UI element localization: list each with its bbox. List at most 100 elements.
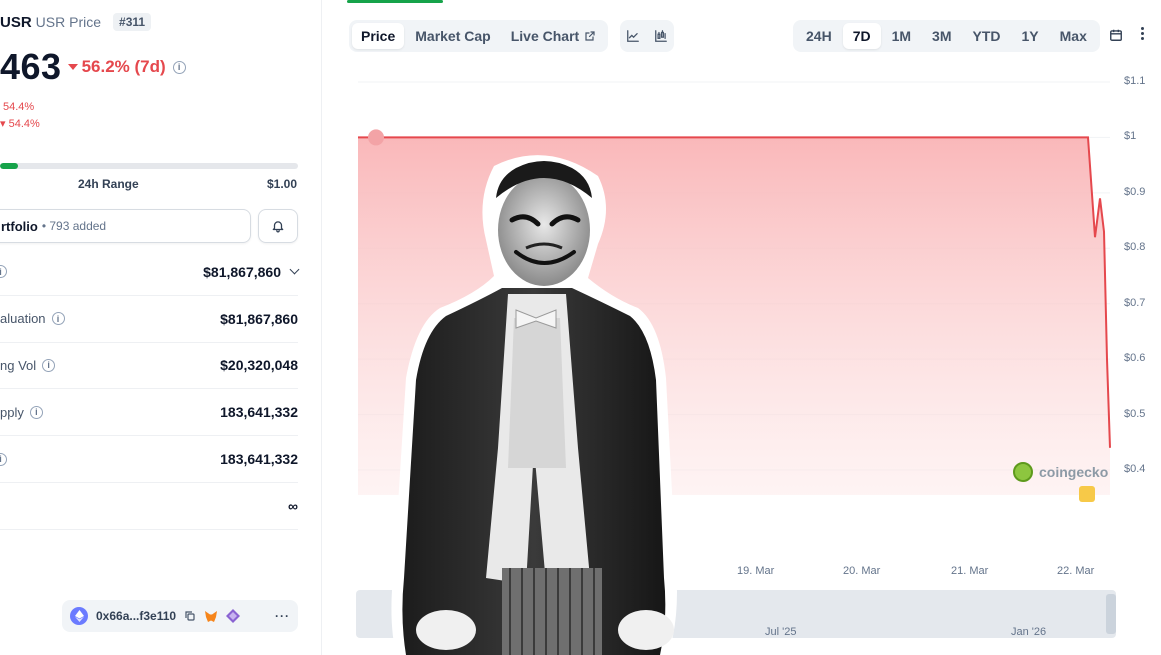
token-icon[interactable] <box>226 609 241 623</box>
navigator-label: Jan '26 <box>1011 626 1047 638</box>
watermark-text: coingecko <box>1039 464 1109 480</box>
stat-label-text: aluation <box>0 311 46 327</box>
navigator-label: Jul '25 <box>765 626 797 638</box>
tab-price-label: Price <box>361 28 396 44</box>
stat-value: $20,320,048 <box>220 357 298 373</box>
stat-value: 183,641,332 <box>220 451 298 467</box>
time-range-1m[interactable]: 1M <box>882 23 921 49</box>
info-icon[interactable]: i <box>29 405 43 419</box>
stat-value: ∞ <box>288 498 298 514</box>
stat-row: i $81,867,860 <box>0 249 300 296</box>
price-alert-button[interactable] <box>258 209 298 243</box>
time-range-3m[interactable]: 3M <box>922 23 961 49</box>
tab-price[interactable]: Price <box>352 23 405 49</box>
info-icon[interactable]: i <box>172 60 186 74</box>
stat-row: pply i 183,641,332 <box>0 389 298 437</box>
stat-row: ∞ <box>0 483 298 530</box>
info-icon[interactable]: i <box>0 265 7 279</box>
more-options-button[interactable]: ··· <box>275 609 290 623</box>
sub-change-b-value: 54.4% <box>8 118 40 130</box>
x-tick-label: 20. Mar <box>843 565 881 577</box>
time-range-7d[interactable]: 7D <box>842 23 881 49</box>
stat-value: $81,867,860 <box>220 311 298 327</box>
tab-market-cap-label: Market Cap <box>415 28 491 44</box>
stats-table: i $81,867,860 aluation i $81,867,860 ng Vol i $… <box>0 249 300 530</box>
ethereum-glyph <box>74 610 84 622</box>
x-tick-label: 21. Mar <box>951 565 989 577</box>
tab-live-chart[interactable]: Live Chart <box>502 23 605 49</box>
ethereum-icon <box>70 607 88 625</box>
stat-value: $81,867,860 <box>203 263 300 280</box>
y-tick-label: $0.6 <box>1124 352 1146 365</box>
y-tick-label: $0.7 <box>1124 296 1146 309</box>
price-change-7d: 56.2% (7d) <box>67 57 166 77</box>
active-tab-indicator <box>347 0 443 3</box>
coin-header: USR USR Price #311 <box>0 13 152 31</box>
time-range-max[interactable]: Max <box>1050 23 1097 49</box>
stat-label: pply i <box>0 405 43 420</box>
stat-label-text: ng Vol <box>0 357 37 373</box>
stat-label: ng Vol i <box>0 357 56 373</box>
stat-label: i <box>0 265 7 279</box>
range-bar-fill <box>0 163 18 169</box>
tab-market-cap[interactable]: Market Cap <box>406 23 499 49</box>
sub-change-a: 54.4% <box>3 101 35 113</box>
portfolio-added-count: • 793 added <box>41 219 107 233</box>
price-change-value: 56.2% (7d) <box>81 57 166 76</box>
stat-label-text: pply <box>0 404 24 420</box>
stat-value-text: $20,320,048 <box>220 357 298 374</box>
x-tick-label: 22. Mar <box>1057 565 1095 577</box>
stat-value-text: $81,867,860 <box>203 263 281 280</box>
coingecko-watermark: coingecko <box>1013 462 1108 482</box>
stat-label: aluation i <box>0 311 65 326</box>
stat-value: 183,641,332 <box>220 404 298 420</box>
x-tick-label: 19. Mar <box>737 565 775 577</box>
y-tick-label: $1 <box>1124 130 1137 143</box>
metamask-icon[interactable] <box>204 610 218 623</box>
sub-change-b: ▾ 54.4% <box>0 118 40 130</box>
hover-marker <box>368 129 384 146</box>
star-badge-icon <box>1079 486 1095 502</box>
contract-address-chip[interactable]: 0x66a...f3e110 ··· <box>62 600 298 632</box>
stat-row: i 183,641,332 <box>0 436 298 483</box>
time-range-24h[interactable]: 24H <box>796 23 842 49</box>
range-bar <box>0 163 298 169</box>
masked-man-figure <box>391 155 677 655</box>
chart-style-toggle <box>620 20 674 52</box>
coin-name: USR Price <box>35 14 102 30</box>
coingecko-logo-icon <box>1013 462 1033 482</box>
chevron-down-icon[interactable] <box>289 264 300 275</box>
coin-symbol: USR <box>0 13 32 31</box>
chart-menu-icon[interactable] <box>1141 27 1144 40</box>
stat-value-text: $81,867,860 <box>220 310 298 327</box>
add-to-portfolio-button[interactable]: rtfolio • 793 added <box>0 209 251 243</box>
bell-icon <box>272 221 284 233</box>
stat-value-text: ∞ <box>288 497 298 514</box>
info-icon[interactable]: i <box>0 452 7 466</box>
portfolio-label: rtfolio <box>1 218 38 234</box>
time-range-ytd[interactable]: YTD <box>963 23 1011 49</box>
y-tick-label: $0.4 <box>1124 463 1146 475</box>
chart-type-tabs: Price Market Cap Live Chart <box>349 20 609 52</box>
stat-row: aluation i $81,867,860 <box>0 296 298 343</box>
coin-info-panel: USR USR Price #311 463 56.2% (7d) i 54.4… <box>0 0 322 655</box>
rank-badge: #311 <box>113 13 152 31</box>
navigator-handle[interactable] <box>1106 594 1116 634</box>
caret-down-icon <box>67 64 78 70</box>
external-link-icon <box>585 31 595 41</box>
y-tick-label: $0.8 <box>1124 241 1146 254</box>
time-range-1y[interactable]: 1Y <box>1012 23 1049 49</box>
stat-row: ng Vol i $20,320,048 <box>0 343 298 390</box>
copy-icon[interactable] <box>184 610 196 622</box>
stat-value-text: 183,641,332 <box>220 404 298 421</box>
info-icon[interactable]: i <box>42 358 56 372</box>
line-chart-icon[interactable] <box>626 29 640 43</box>
info-icon[interactable]: i <box>51 312 65 326</box>
y-tick-label: $0.5 <box>1124 407 1146 420</box>
candlestick-chart-icon[interactable] <box>654 29 668 43</box>
tab-live-chart-label: Live Chart <box>510 28 580 44</box>
calendar-icon[interactable] <box>1109 28 1123 42</box>
range-label: 24h Range <box>78 177 139 191</box>
stat-value-text: 183,641,332 <box>220 451 298 468</box>
price-row: 463 56.2% (7d) i <box>0 46 186 88</box>
